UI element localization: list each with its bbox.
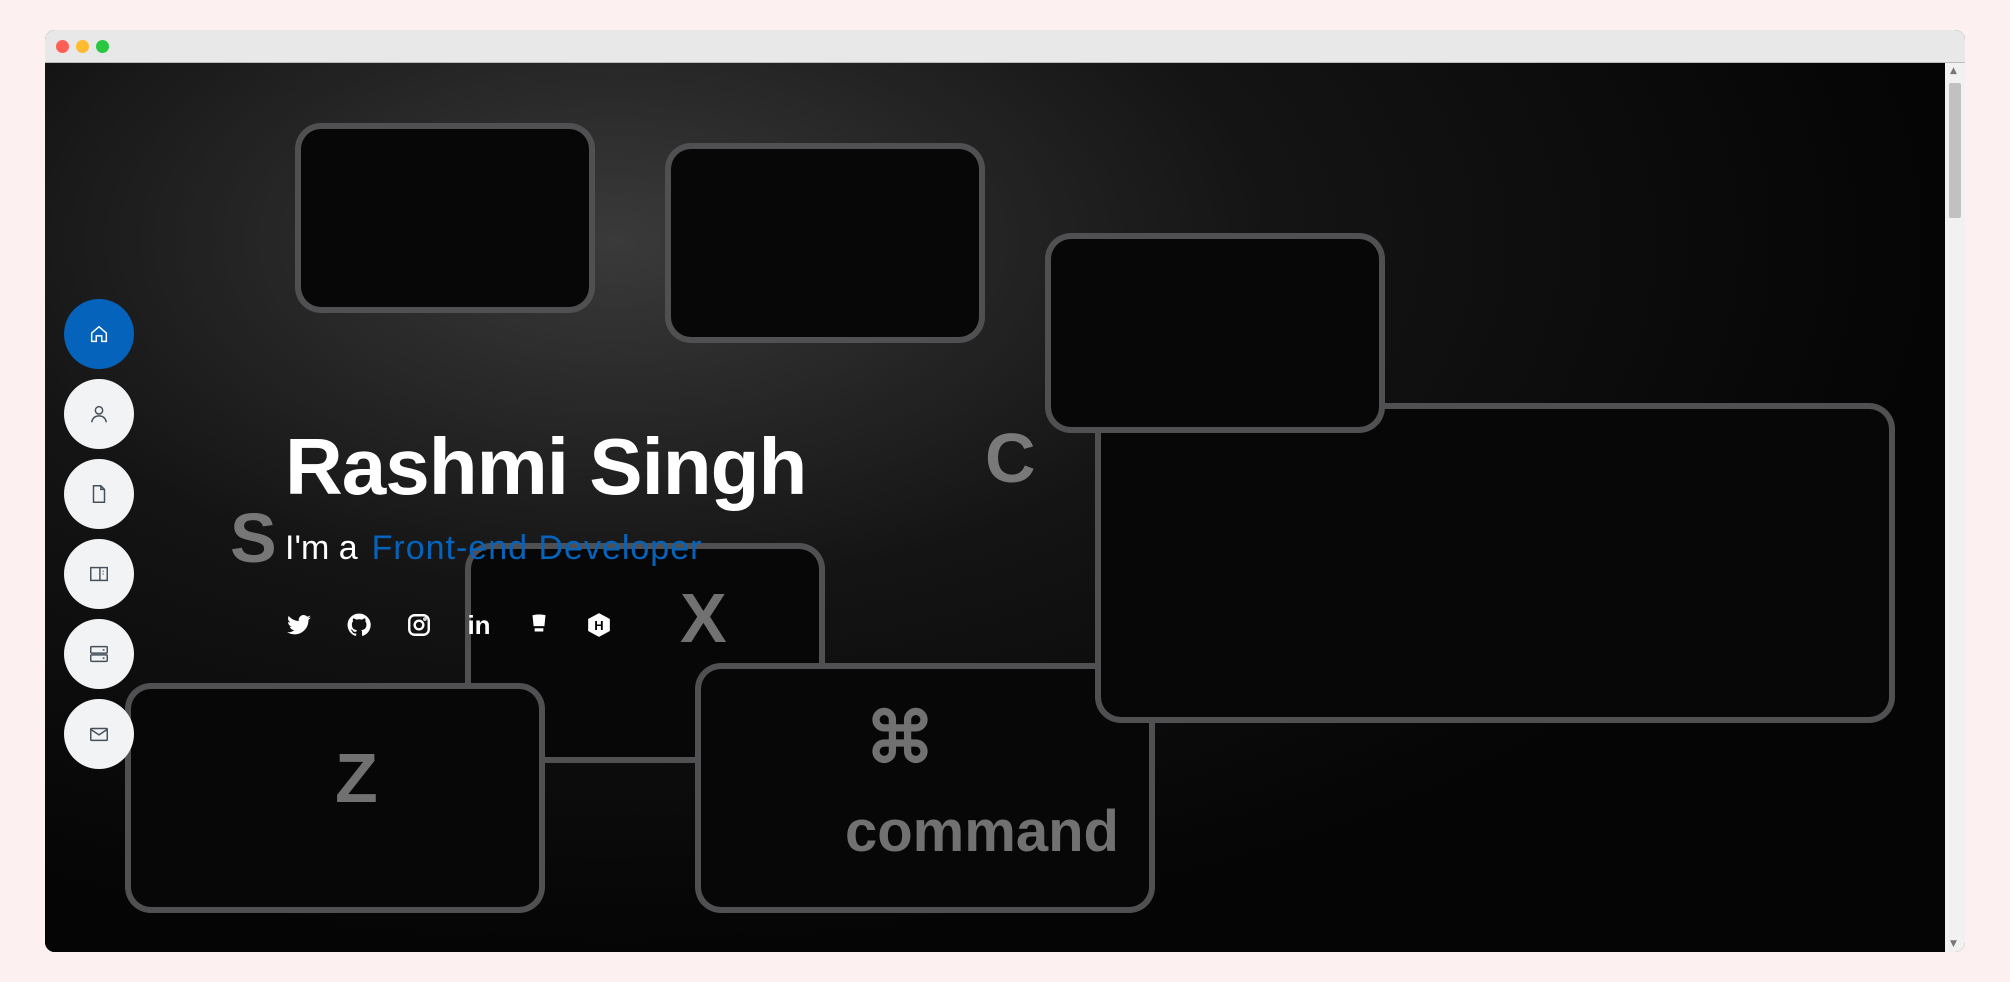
file-icon <box>92 485 106 503</box>
maximize-button[interactable] <box>96 40 109 53</box>
nav-about[interactable] <box>64 379 134 449</box>
subtitle-prefix: I'm a <box>285 529 358 567</box>
key-label: ⌘ <box>865 699 935 777</box>
server-icon <box>90 645 108 663</box>
key-label: S <box>230 499 277 577</box>
codechef-icon <box>532 614 546 635</box>
github-link[interactable] <box>345 611 373 639</box>
keyboard-key <box>665 143 985 343</box>
hackerrank-link[interactable]: H <box>585 611 613 639</box>
nav-home[interactable] <box>64 299 134 369</box>
typed-role: Front-end Developer <box>371 529 703 567</box>
twitter-icon <box>287 615 311 635</box>
home-icon <box>90 325 108 343</box>
hackerrank-icon: H <box>588 613 610 637</box>
github-icon <box>347 613 371 636</box>
nav-resume[interactable] <box>64 459 134 529</box>
instagram-icon <box>408 614 430 636</box>
hero-section: S X Z C command ⌘ Rashmi Singh I'm a Fron… <box>45 63 1945 952</box>
twitter-link[interactable] <box>285 611 313 639</box>
scrollbar-thumb[interactable] <box>1949 83 1961 218</box>
codechef-link[interactable] <box>525 611 553 639</box>
keyboard-key <box>1045 233 1385 433</box>
key-label: X <box>680 579 727 657</box>
keyboard-key <box>1095 403 1895 723</box>
nav-services[interactable] <box>64 619 134 689</box>
vertical-scrollbar[interactable]: ▲ ▼ <box>1945 63 1965 952</box>
hero-name: Rashmi Singh <box>285 422 807 511</box>
person-icon <box>90 405 108 423</box>
title-bar <box>45 30 1965 63</box>
key-label: Z <box>335 739 378 817</box>
nav-portfolio[interactable] <box>64 539 134 609</box>
minimize-button[interactable] <box>76 40 89 53</box>
key-label: command <box>845 799 1119 864</box>
nav-contact[interactable] <box>64 699 134 769</box>
hackerrank-letter: H <box>594 618 603 633</box>
book-icon <box>90 566 108 582</box>
hero-subtitle: I'm a Front-end Developer <box>285 528 702 569</box>
scroll-up-arrow[interactable]: ▲ <box>1950 66 1957 76</box>
scroll-down-arrow[interactable]: ▼ <box>1950 939 1957 949</box>
close-button[interactable] <box>56 40 69 53</box>
keyboard-key <box>295 123 595 313</box>
browser-window: S X Z C command ⌘ Rashmi Singh I'm a Fron… <box>45 30 1965 952</box>
key-label: C <box>985 419 1036 497</box>
envelope-icon <box>90 727 108 742</box>
instagram-link[interactable] <box>405 611 433 639</box>
linkedin-link[interactable]: in <box>465 610 493 640</box>
